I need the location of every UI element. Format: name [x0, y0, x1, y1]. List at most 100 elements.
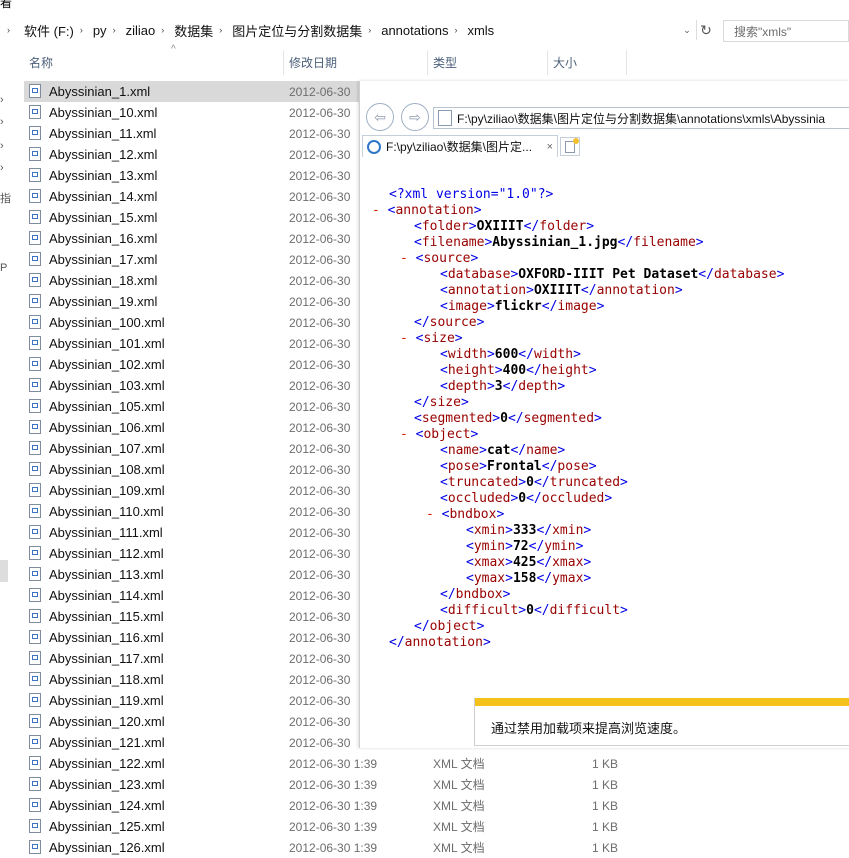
column-header-type[interactable]: 类型 [428, 50, 548, 75]
column-header-size[interactable]: 大小 [548, 50, 627, 75]
xml-line-segmented: <segmented>0</segmented> [414, 411, 602, 426]
xml-file-icon [29, 147, 41, 161]
file-date: 2012-06-30 1:39 [289, 798, 378, 813]
xml-line-depth: <depth>3</depth> [440, 379, 566, 394]
navigation-pane[interactable]: › › › › 指 P [0, 44, 13, 848]
xml-file-icon [29, 294, 41, 308]
breadcrumb-xmls[interactable]: xmls [464, 23, 497, 38]
refresh-icon[interactable]: ↻ [696, 20, 715, 40]
xml-line-truncated: <truncated>0</truncated> [440, 475, 628, 490]
xml-file-icon [29, 693, 41, 707]
xml-file-icon [29, 84, 41, 98]
file-date: 2012-06-30 [289, 231, 351, 246]
file-name: Abyssinian_113.xml [49, 567, 164, 582]
ie-address-bar[interactable]: F:\py\ziliao\数据集\图片定位与分割数据集\annotations\… [433, 107, 849, 129]
file-type: XML 文档 [433, 757, 485, 771]
file-row[interactable]: Abyssinian_124.xml 2012-06-30 1:39 XML 文档 1… [24, 795, 849, 816]
file-date: 2012-06-30 [289, 294, 351, 309]
file-name: Abyssinian_125.xml [49, 819, 165, 834]
xml-line-object-close: </object> [414, 619, 485, 634]
collapse-toggle[interactable]: - [400, 427, 408, 442]
chevron-right-icon: › [7, 25, 10, 35]
file-type: XML 文档 [433, 820, 485, 834]
file-name: Abyssinian_103.xml [49, 378, 165, 393]
file-date: 2012-06-30 [289, 378, 351, 393]
file-name: Abyssinian_121.xml [49, 735, 165, 750]
file-date: 2012-06-30 [289, 252, 351, 267]
nav-item-fragment[interactable]: 指 [0, 190, 11, 206]
breadcrumb[interactable]: › 软件 (F:) › py › ziliao › 数据集 › 图片定位与分割数据集 › … [0, 20, 497, 40]
xml-file-icon [29, 336, 41, 350]
file-name: Abyssinian_109.xml [49, 483, 165, 498]
file-size: 1 KB [592, 756, 619, 771]
explorer-address-bar[interactable]: › 软件 (F:) › py › ziliao › 数据集 › 图片定位与分割数据集 › … [0, 17, 849, 44]
collapse-toggle[interactable]: - [372, 203, 380, 218]
chevron-down-icon[interactable]: ⌄ [679, 20, 695, 40]
xml-file-icon [29, 651, 41, 665]
xml-declaration: <?xml version="1.0"?> [389, 187, 554, 202]
breadcrumb-root-chevron[interactable]: › [0, 25, 21, 35]
ie-window[interactable]: ⇦ ⇨ F:\py\ziliao\数据集\图片定位与分割数据集\annotati… [359, 81, 849, 748]
xml-line-name: <name>cat</name> [440, 443, 566, 458]
file-row[interactable]: Abyssinian_1.xml 2012-06-30 [24, 81, 360, 102]
file-row[interactable]: Abyssinian_123.xml 2012-06-30 1:39 XML 文档 1… [24, 774, 849, 795]
file-date: 2012-06-30 [289, 315, 351, 330]
file-date: 2012-06-30 [289, 168, 351, 183]
ie-toolbar: ⇦ ⇨ F:\py\ziliao\数据集\图片定位与分割数据集\annotati… [360, 81, 849, 159]
breadcrumb-ziliao[interactable]: ziliao › [123, 23, 172, 38]
nav-expand-icon[interactable]: › [0, 162, 4, 174]
breadcrumb-drive[interactable]: 软件 (F:) › [21, 21, 90, 40]
column-header-name[interactable]: 名称 [24, 50, 284, 75]
breadcrumb-seg-dataset[interactable]: 图片定位与分割数据集 › [229, 21, 378, 40]
file-row[interactable]: Abyssinian_122.xml 2012-06-30 1:39 XML 文档 1… [24, 753, 849, 774]
nav-selected-item[interactable] [0, 560, 8, 582]
file-date: 2012-06-30 [289, 609, 351, 624]
collapse-toggle[interactable]: - [426, 507, 434, 522]
search-input[interactable]: 搜索"xmls" [723, 20, 849, 42]
breadcrumb-annotations[interactable]: annotations › [378, 23, 464, 38]
ie-notification-bar[interactable]: 通过禁用加载项来提高浏览速度。 [474, 698, 849, 746]
nav-expand-icon[interactable]: › [0, 140, 4, 152]
top-strip: 看 [0, 0, 849, 10]
xml-file-icon [29, 819, 41, 833]
file-name: Abyssinian_16.xml [49, 231, 158, 246]
close-icon[interactable]: × [547, 141, 553, 153]
file-size: 1 KB [592, 819, 619, 834]
nav-item-fragment[interactable]: P [0, 262, 7, 274]
file-name: Abyssinian_112.xml [49, 546, 164, 561]
file-name: Abyssinian_11.xml [49, 126, 157, 141]
new-tab-icon [565, 137, 579, 153]
file-row[interactable]: Abyssinian_125.xml 2012-06-30 1:39 XML 文档 1… [24, 816, 849, 837]
new-tab-button[interactable] [560, 137, 580, 156]
xml-file-icon [29, 840, 41, 854]
collapse-toggle[interactable]: - [400, 331, 408, 346]
file-date: 2012-06-30 [289, 630, 351, 645]
file-date: 2012-06-30 [289, 105, 351, 120]
file-date: 2012-06-30 [289, 147, 351, 162]
file-date: 2012-06-30 [289, 273, 351, 288]
chevron-right-icon: › [112, 25, 116, 35]
column-header-date[interactable]: 修改日期 [284, 50, 428, 75]
back-arrow-icon[interactable]: ⇦ [366, 103, 394, 131]
breadcrumb-py[interactable]: py › [90, 23, 123, 38]
breadcrumb-dataset[interactable]: 数据集 › [171, 21, 229, 40]
notification-accent [475, 698, 849, 706]
file-date: 2012-06-30 [289, 672, 351, 687]
xml-file-icon [29, 357, 41, 371]
forward-arrow-icon[interactable]: ⇨ [401, 103, 429, 131]
tab-xml-document[interactable]: F:\py\ziliao\数据集\图片定... × [362, 135, 558, 157]
xml-line-source-close: </source> [414, 315, 485, 330]
file-date: 2012-06-30 1:39 [289, 819, 378, 834]
nav-expand-icon[interactable]: › [0, 116, 4, 128]
file-date: 2012-06-30 [289, 525, 351, 540]
file-date: 2012-06-30 [289, 693, 351, 708]
xml-file-icon [29, 735, 41, 749]
xml-line-image: <image>flickr</image> [440, 299, 605, 314]
xml-line-bndbox-open: - <bndbox> [426, 507, 505, 522]
collapse-toggle[interactable]: - [400, 251, 408, 266]
nav-expand-icon[interactable]: › [0, 94, 4, 106]
xml-line-annotation-close: </annotation> [389, 635, 491, 650]
file-name: Abyssinian_18.xml [49, 273, 158, 288]
file-name: Abyssinian_100.xml [49, 315, 165, 330]
file-name: Abyssinian_10.xml [49, 105, 158, 120]
